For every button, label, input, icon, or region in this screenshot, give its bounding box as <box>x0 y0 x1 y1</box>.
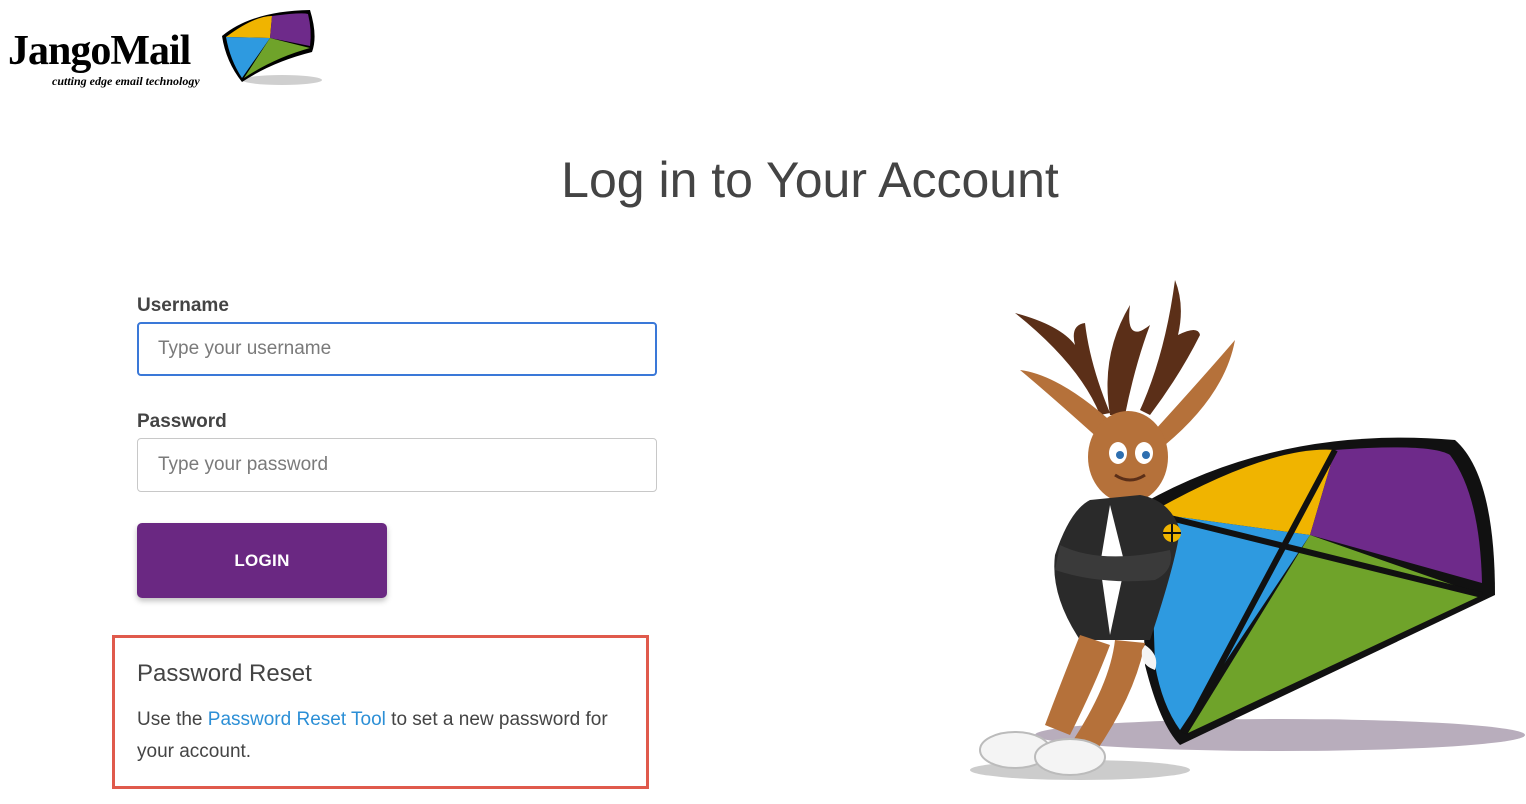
password-reset-text: Use the Password Reset Tool to set a new… <box>137 704 637 768</box>
jangomail-logo[interactable]: JangoMail cutting edge email technology <box>4 6 324 92</box>
page-title: Log in to Your Account <box>561 152 1059 208</box>
jackalope-mascot-illustration <box>970 280 1525 780</box>
logo-wordmark: JangoMail <box>8 28 191 74</box>
kite-logo-icon <box>222 10 322 85</box>
username-label: Username <box>137 295 229 316</box>
password-reset-tool-link[interactable]: Password Reset Tool <box>208 709 386 730</box>
reset-text-before: Use the <box>137 709 208 730</box>
logo-tagline: cutting edge email technology <box>52 74 200 88</box>
password-reset-panel: Password Reset Use the Password Reset To… <box>112 635 649 789</box>
password-input[interactable] <box>137 438 657 492</box>
username-input[interactable] <box>137 322 657 376</box>
password-label: Password <box>137 411 227 432</box>
login-button[interactable]: LOGIN <box>137 523 387 598</box>
password-reset-title: Password Reset <box>137 660 312 687</box>
